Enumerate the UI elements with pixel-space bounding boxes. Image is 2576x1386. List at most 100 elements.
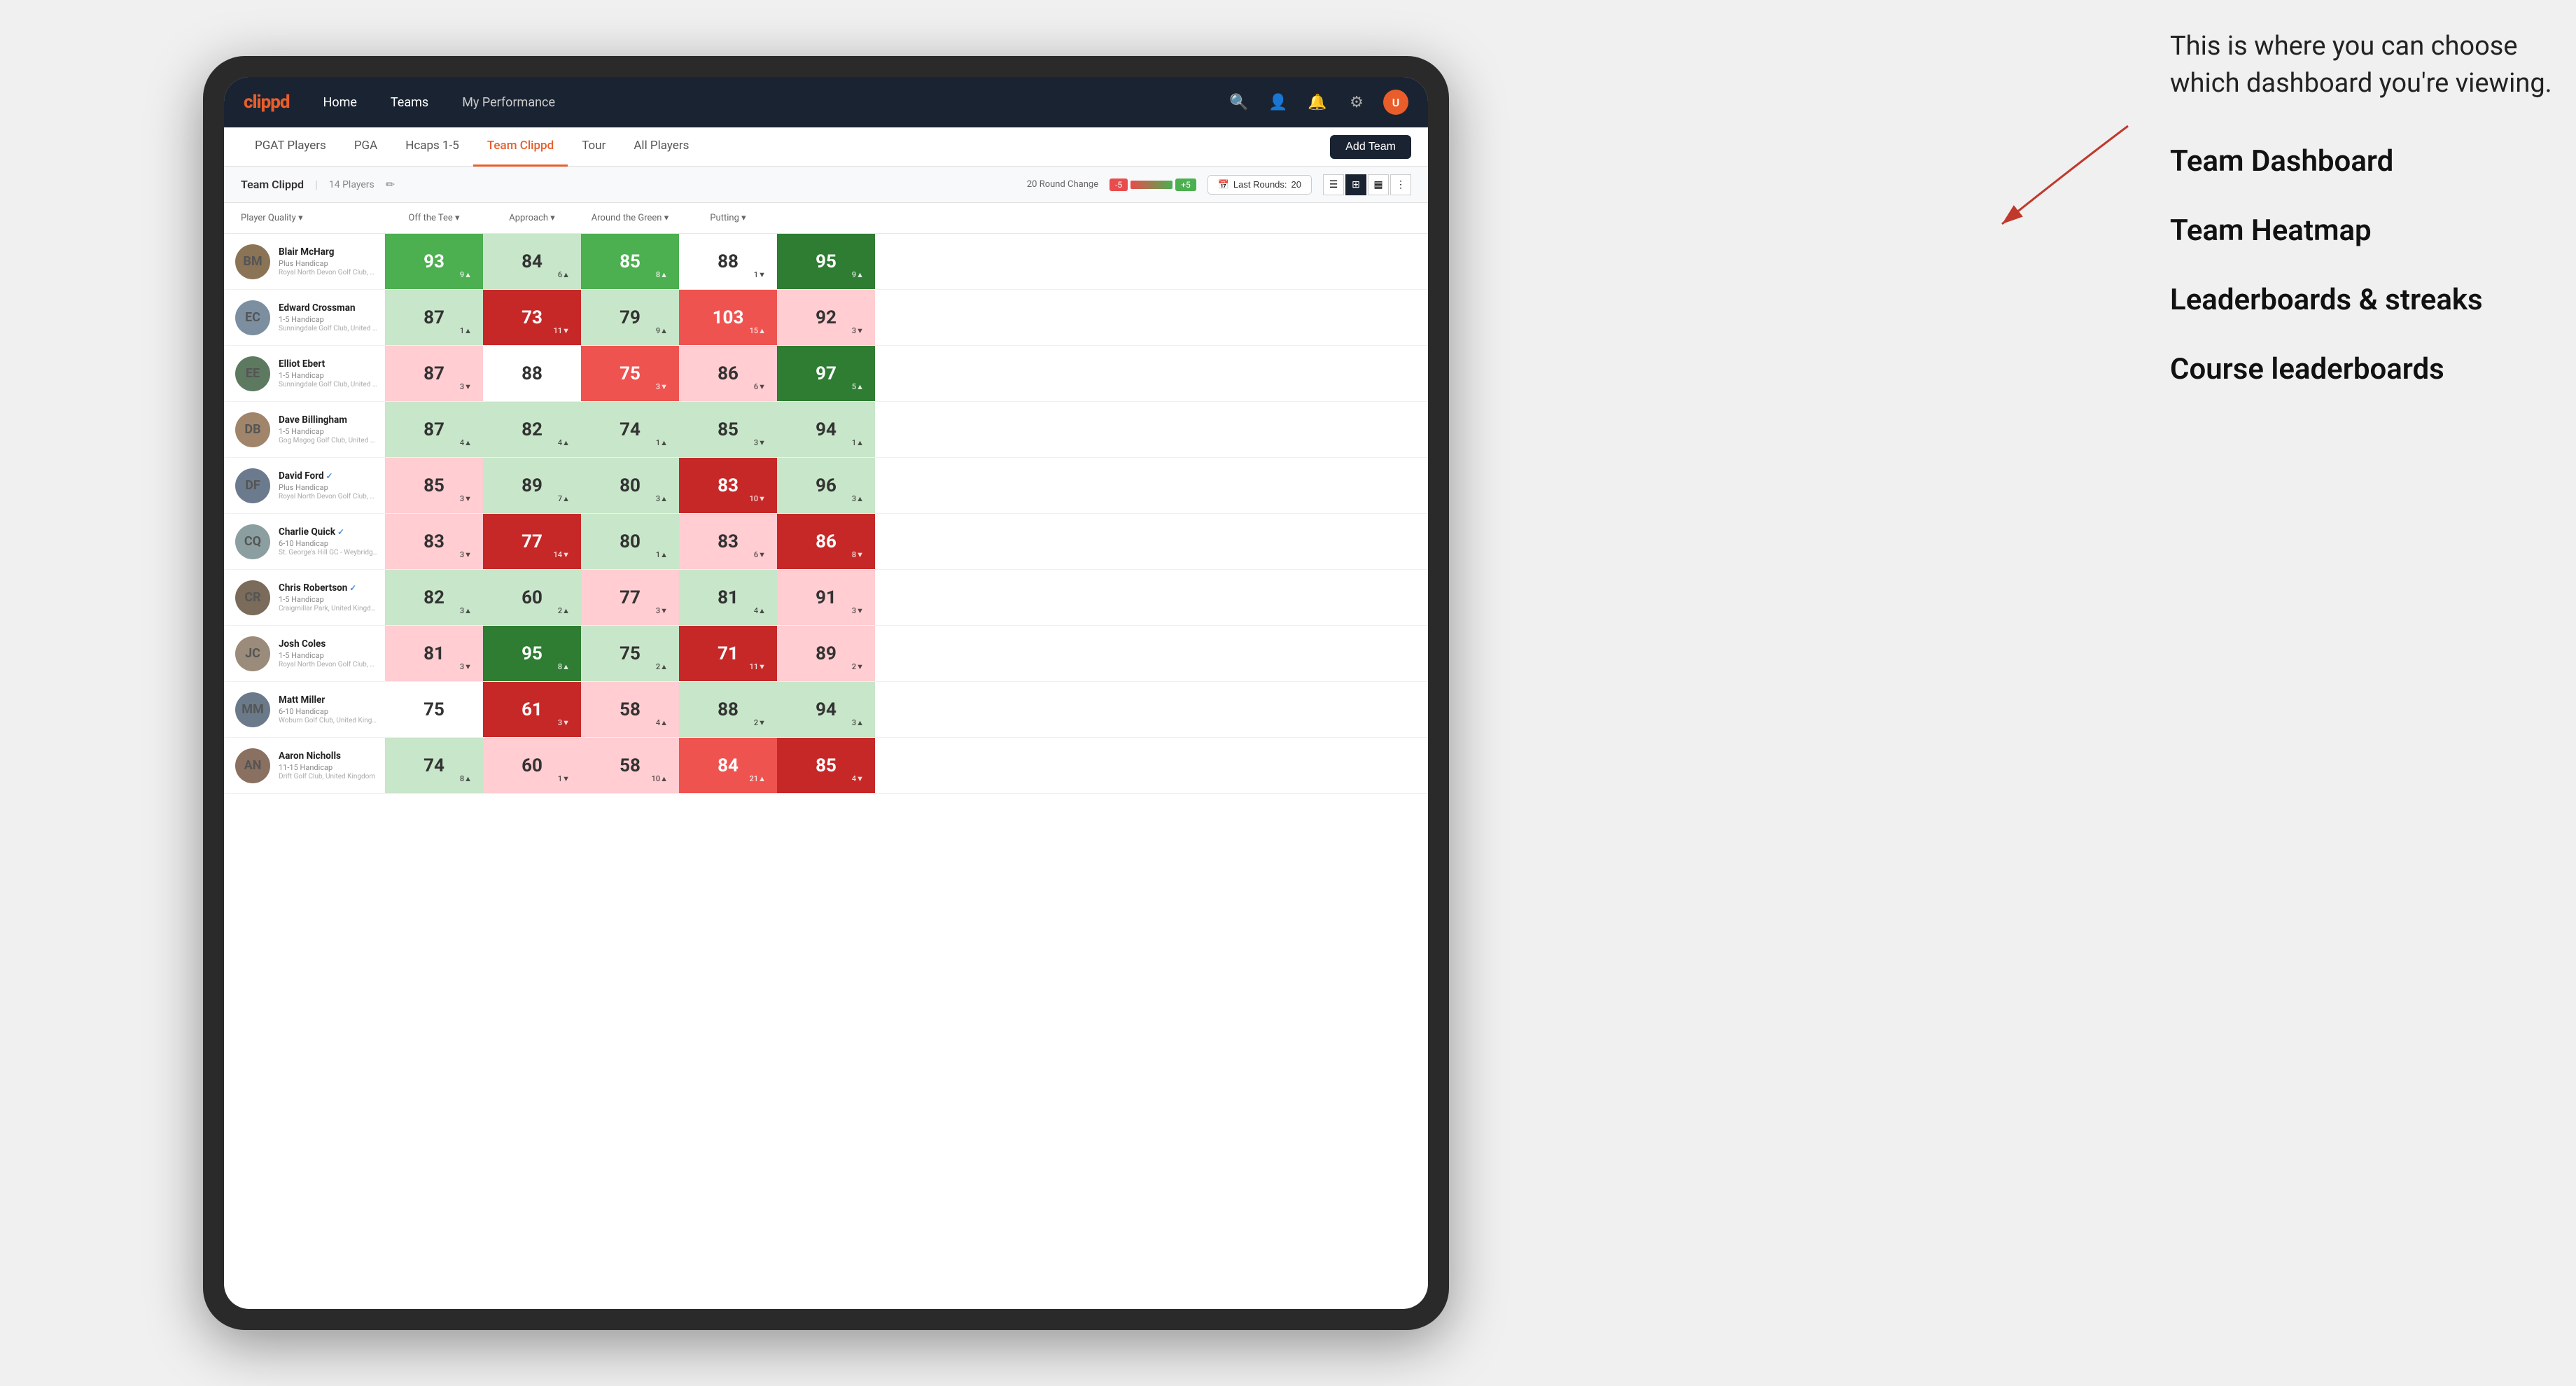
score-change: 11▼ <box>554 326 570 335</box>
settings-icon[interactable]: ⚙ <box>1344 90 1369 115</box>
score-cell[interactable]: 958▲ <box>483 626 581 681</box>
score-cell[interactable]: 613▼ <box>483 682 581 737</box>
nav-link-myperformance[interactable]: My Performance <box>456 92 561 113</box>
player-handicap: 6-10 Handicap <box>279 539 378 548</box>
score-cell[interactable]: 748▲ <box>385 738 483 793</box>
tab-hcaps[interactable]: Hcaps 1-5 <box>391 127 473 167</box>
heatmap-view-button[interactable]: ▦ <box>1368 174 1389 195</box>
score-cell[interactable]: 897▲ <box>483 458 581 513</box>
score-cell[interactable]: 7311▼ <box>483 290 581 345</box>
edit-icon[interactable]: ✏ <box>386 178 395 191</box>
player-row[interactable]: DFDavid Ford ✓Plus HandicapRoyal North D… <box>224 458 1428 514</box>
player-info-cell[interactable]: EEElliot Ebert1-5 HandicapSunningdale Go… <box>224 346 385 401</box>
score-cell[interactable]: 10315▲ <box>679 290 777 345</box>
score-cell[interactable]: 85 3▼ <box>679 402 777 457</box>
score-cell[interactable]: 741▲ <box>581 402 679 457</box>
score-cell[interactable]: 801▲ <box>581 514 679 569</box>
player-details: Josh Coles1-5 HandicapRoyal North Devon … <box>279 638 378 668</box>
score-cell[interactable]: 752▲ <box>581 626 679 681</box>
score-cell[interactable]: 8421▲ <box>679 738 777 793</box>
score-cell[interactable]: 7111▼ <box>679 626 777 681</box>
score-cell[interactable]: 814▲ <box>679 570 777 625</box>
list-view-button[interactable]: ☰ <box>1323 174 1344 195</box>
score-cell[interactable]: 773▼ <box>581 570 679 625</box>
last-rounds-button[interactable]: 📅 Last Rounds: 20 <box>1208 175 1312 195</box>
score-cell[interactable]: 803▲ <box>581 458 679 513</box>
score-cell[interactable]: 833▼ <box>385 514 483 569</box>
player-row[interactable]: EEElliot Ebert1-5 HandicapSunningdale Go… <box>224 346 1428 402</box>
score-cell[interactable]: 858▲ <box>581 234 679 289</box>
score-cell[interactable]: 853▼ <box>385 458 483 513</box>
score-change: 3▼ <box>754 438 766 447</box>
player-info-cell[interactable]: ANAaron Nicholls11-15 HandicapDrift Golf… <box>224 738 385 793</box>
score-cell[interactable]: 882▼ <box>679 682 777 737</box>
player-info-cell[interactable]: JCJosh Coles1-5 HandicapRoyal North Devo… <box>224 626 385 681</box>
score-cell[interactable]: 88 <box>483 346 581 401</box>
person-icon[interactable]: 👤 <box>1266 90 1291 115</box>
score-cell[interactable]: 753▼ <box>581 346 679 401</box>
player-info-cell[interactable]: MMMatt Miller6-10 HandicapWoburn Golf Cl… <box>224 682 385 737</box>
tab-pgat-players[interactable]: PGAT Players <box>241 127 340 167</box>
player-club: St. George's Hill GC - Weybridge · Surre… <box>279 549 378 556</box>
score-cell[interactable]: 823▲ <box>385 570 483 625</box>
score-cell[interactable]: 5810▲ <box>581 738 679 793</box>
player-info-cell[interactable]: DFDavid Ford ✓Plus HandicapRoyal North D… <box>224 458 385 513</box>
grid-view-button[interactable]: ⊞ <box>1345 174 1366 195</box>
player-info-cell[interactable]: DBDave Billingham1-5 HandicapGog Magog G… <box>224 402 385 457</box>
nav-link-teams[interactable]: Teams <box>385 92 434 113</box>
nav-link-home[interactable]: Home <box>317 92 362 113</box>
score-cell[interactable]: 602▲ <box>483 570 581 625</box>
player-row[interactable]: BMBlair McHargPlus HandicapRoyal North D… <box>224 234 1428 290</box>
search-icon[interactable]: 🔍 <box>1226 90 1252 115</box>
score-cell[interactable]: 881▼ <box>679 234 777 289</box>
score-cell[interactable]: 913▼ <box>777 570 875 625</box>
score-cell[interactable]: 836▼ <box>679 514 777 569</box>
score-cell[interactable]: 871▲ <box>385 290 483 345</box>
player-row[interactable]: CQCharlie Quick ✓6-10 HandicapSt. George… <box>224 514 1428 570</box>
player-row[interactable]: DBDave Billingham1-5 HandicapGog Magog G… <box>224 402 1428 458</box>
score-cell[interactable]: 868▼ <box>777 514 875 569</box>
score-cell[interactable]: 8310▼ <box>679 458 777 513</box>
score-cell[interactable]: 824▲ <box>483 402 581 457</box>
score-cell[interactable]: 963▲ <box>777 458 875 513</box>
score-cell[interactable]: 873▼ <box>385 346 483 401</box>
player-info-cell[interactable]: CQCharlie Quick ✓6-10 HandicapSt. George… <box>224 514 385 569</box>
score-cell[interactable]: 799▲ <box>581 290 679 345</box>
score-cell[interactable]: 923▼ <box>777 290 875 345</box>
score-cell[interactable]: 601▼ <box>483 738 581 793</box>
score-cell[interactable]: 854▼ <box>777 738 875 793</box>
score-cell[interactable]: 7714▼ <box>483 514 581 569</box>
tab-tour[interactable]: Tour <box>568 127 620 167</box>
score-value: 85 <box>718 419 738 440</box>
player-info-cell[interactable]: CRChris Robertson ✓1-5 HandicapCraigmill… <box>224 570 385 625</box>
options-button[interactable]: ⋮ <box>1390 174 1411 195</box>
score-cell[interactable]: 874▲ <box>385 402 483 457</box>
score-value: 89 <box>522 475 542 496</box>
score-value: 60 <box>522 587 542 608</box>
add-team-button[interactable]: Add Team <box>1330 135 1411 159</box>
score-cell[interactable]: 892▼ <box>777 626 875 681</box>
bell-icon[interactable]: 🔔 <box>1305 90 1330 115</box>
score-cell[interactable]: 975▲ <box>777 346 875 401</box>
score-cell[interactable]: 959▲ <box>777 234 875 289</box>
tab-all-players[interactable]: All Players <box>620 127 703 167</box>
player-row[interactable]: MMMatt Miller6-10 HandicapWoburn Golf Cl… <box>224 682 1428 738</box>
player-info-cell[interactable]: BMBlair McHargPlus HandicapRoyal North D… <box>224 234 385 289</box>
avatar[interactable]: U <box>1383 90 1408 115</box>
score-cell[interactable]: 584▲ <box>581 682 679 737</box>
score-cell[interactable]: 813▼ <box>385 626 483 681</box>
score-cell[interactable]: 75 <box>385 682 483 737</box>
score-cell[interactable]: 866▼ <box>679 346 777 401</box>
score-cell[interactable]: 941▲ <box>777 402 875 457</box>
player-row[interactable]: ANAaron Nicholls11-15 HandicapDrift Golf… <box>224 738 1428 794</box>
player-row[interactable]: CRChris Robertson ✓1-5 HandicapCraigmill… <box>224 570 1428 626</box>
score-cell[interactable]: 846▲ <box>483 234 581 289</box>
score-cell[interactable]: 943▲ <box>777 682 875 737</box>
player-row[interactable]: ECEdward Crossman1-5 HandicapSunningdale… <box>224 290 1428 346</box>
player-info-cell[interactable]: ECEdward Crossman1-5 HandicapSunningdale… <box>224 290 385 345</box>
tab-team-clippd[interactable]: Team Clippd <box>473 127 568 167</box>
tab-pga[interactable]: PGA <box>340 127 391 167</box>
score-change: 1▼ <box>754 270 766 279</box>
player-row[interactable]: JCJosh Coles1-5 HandicapRoyal North Devo… <box>224 626 1428 682</box>
score-cell[interactable]: 939▲ <box>385 234 483 289</box>
